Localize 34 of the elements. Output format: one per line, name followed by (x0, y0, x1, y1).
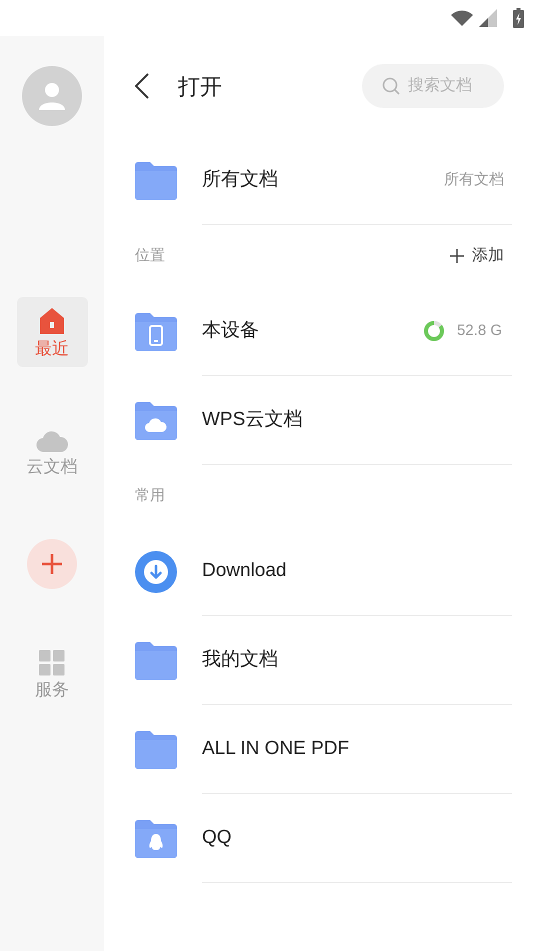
folder-icon (135, 162, 177, 200)
wifi-icon (451, 10, 473, 26)
page-title: 打开 (178, 72, 223, 100)
home-icon (39, 307, 65, 335)
plus-icon (450, 249, 464, 263)
phone-folder-icon (135, 312, 177, 350)
download-icon (135, 550, 177, 592)
penguin-folder-icon (135, 820, 177, 858)
cloud-folder-icon (135, 402, 177, 440)
search-field[interactable]: 搜索文档 (362, 64, 504, 108)
back-icon (135, 73, 149, 99)
storage-ring-icon (422, 320, 445, 342)
item-label[interactable]: QQ (202, 824, 504, 852)
add-location-button[interactable]: 添加 (450, 244, 504, 268)
battery-icon (513, 8, 524, 28)
item-label[interactable]: Download (202, 556, 504, 586)
item-aside-text: 所有文档 (444, 170, 504, 190)
item-label[interactable]: ALL IN ONE PDF (202, 734, 504, 764)
person-icon (39, 82, 65, 110)
item-label[interactable]: 我的文档 (202, 646, 504, 674)
folder-icon (135, 642, 177, 680)
item-label[interactable]: WPS云文档 (202, 406, 504, 434)
section-title: 位置 (135, 246, 165, 266)
item-label[interactable]: 本设备 (202, 316, 423, 346)
add-button[interactable] (27, 539, 77, 589)
item-label[interactable]: 所有文档 (202, 166, 444, 194)
section-title: 常用 (135, 486, 165, 506)
grid-icon (39, 650, 65, 676)
cloud-icon (36, 429, 68, 453)
folder-icon (135, 730, 177, 768)
search-icon (382, 77, 400, 95)
signal-icon (479, 9, 497, 27)
plus-icon (41, 553, 63, 575)
storage-size-text: 52.8 G (456, 320, 502, 341)
